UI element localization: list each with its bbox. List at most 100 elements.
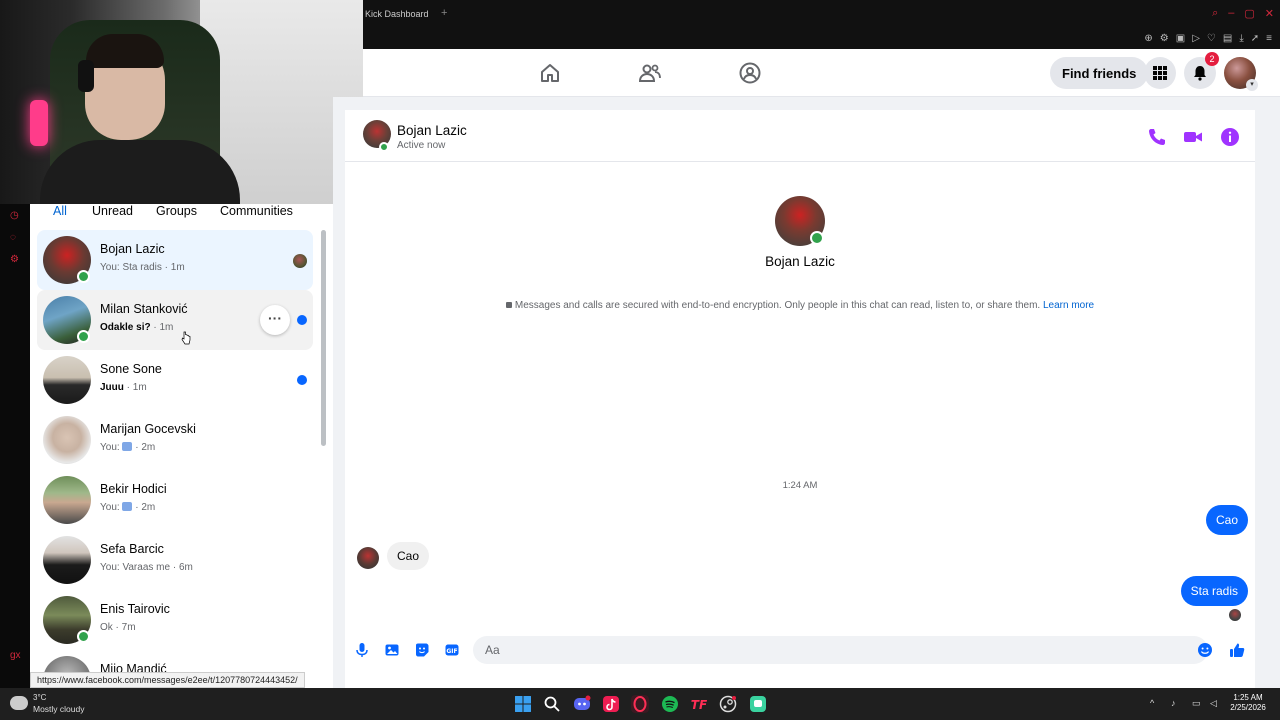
avatar [43, 356, 91, 404]
menu-grid-button[interactable] [1144, 57, 1176, 89]
zoom-icon[interactable]: ⊕ [1144, 32, 1152, 46]
search-icon[interactable] [543, 695, 561, 713]
online-indicator [77, 330, 90, 343]
thumbs-up-icon[interactable] [1229, 642, 1245, 658]
send-icon[interactable]: ➚ [1251, 32, 1259, 46]
online-indicator [77, 270, 90, 283]
chat-preview: You: Sta radis · 1m [100, 262, 185, 273]
info-icon[interactable] [1220, 127, 1240, 147]
emoji-icon[interactable] [1197, 642, 1213, 658]
steam-icon[interactable] [719, 695, 737, 713]
browser-toolbar: ⊕ ⚙ ▣ ▷ ♡ ▤ ⤓ ➚ ≡ [363, 30, 1280, 49]
groups-icon[interactable] [738, 61, 762, 85]
play-icon[interactable]: ▷ [1192, 32, 1200, 46]
gx-icon[interactable]: gx [10, 650, 21, 661]
messenger-icon[interactable]: ◌ [10, 232, 16, 243]
weather-temperature[interactable]: 3°C [33, 693, 46, 702]
grid-icon [1153, 66, 1167, 80]
system-clock[interactable]: 1:25 AM 2/25/2026 [1228, 693, 1268, 713]
home-icon[interactable] [538, 61, 562, 85]
filter-all[interactable]: All [53, 204, 67, 218]
sticker-icon[interactable] [414, 642, 430, 658]
message-bubble-outgoing[interactable]: Sta radis [1180, 576, 1248, 606]
message-bubble-outgoing[interactable]: Cao [1205, 505, 1248, 535]
discord-icon[interactable] [573, 695, 591, 713]
svg-text:TF: TF [691, 698, 708, 712]
gif-icon[interactable]: GIF [444, 642, 460, 658]
chat-app-icon[interactable] [749, 695, 767, 713]
filter-communities[interactable]: Communities [220, 204, 293, 218]
chat-preview: You: · 2m [100, 442, 156, 453]
online-indicator [379, 142, 389, 152]
chat-item-sone-sone[interactable]: Sone Sone Juuu · 1m [37, 350, 313, 410]
window-controls: ⌕ – ▢ ✕ [1212, 7, 1274, 20]
microphone-icon[interactable] [354, 642, 370, 658]
weather-cloud-icon[interactable] [10, 696, 28, 710]
microphone-tray-icon[interactable]: ♪ [1171, 698, 1182, 709]
chat-item-marijan-gocevski[interactable]: Marijan Gocevski You: · 2m [37, 410, 313, 470]
find-friends-button[interactable]: Find friends [1050, 57, 1149, 89]
chat-name: Enis Tairovic [100, 602, 170, 616]
tiktok-live-studio-icon[interactable]: TF [690, 695, 708, 713]
thumbs-up-icon [122, 442, 133, 451]
phone-icon[interactable] [1147, 127, 1167, 147]
screenshot-icon[interactable]: ▣ [1176, 32, 1185, 46]
mouse-cursor-icon [181, 331, 191, 345]
conversation-panel: Bojan Lazic Active now Bojan Lazic Messa… [345, 110, 1255, 688]
tab-kick-dashboard[interactable]: Kick Dashboard [365, 9, 429, 19]
message-composer: GIF [345, 632, 1255, 668]
minimize-icon[interactable]: – [1228, 7, 1234, 20]
image-icon[interactable] [384, 642, 400, 658]
avatar [43, 416, 91, 464]
settings-icon[interactable]: ⚙ [10, 254, 19, 265]
history-icon[interactable]: ◷ [10, 210, 19, 221]
video-call-icon[interactable] [1183, 127, 1203, 147]
volume-icon[interactable]: ◁ [1210, 698, 1221, 709]
chat-item-sefa-barcic[interactable]: Sefa Barcic You: Varaas me · 6m [37, 530, 313, 590]
network-icon[interactable]: ▭ [1192, 698, 1203, 709]
close-icon[interactable]: ✕ [1265, 7, 1274, 20]
chat-list-scrollbar[interactable] [321, 230, 326, 446]
spotify-icon[interactable] [661, 695, 679, 713]
more-options-button[interactable]: ··· [260, 305, 290, 335]
webcam-person-body [40, 140, 240, 204]
filter-groups[interactable]: Groups [156, 204, 197, 218]
clock-time: 1:25 AM [1233, 693, 1263, 702]
online-indicator [77, 630, 90, 643]
unread-indicator [297, 315, 307, 325]
maximize-icon[interactable]: ▢ [1244, 7, 1254, 20]
message-input[interactable] [473, 636, 1208, 664]
webcam-pink-light [30, 100, 48, 146]
friends-icon[interactable] [638, 61, 662, 85]
webcam-person-hair [86, 34, 164, 68]
new-tab-button[interactable]: + [441, 7, 447, 19]
conversation-header: Bojan Lazic Active now [345, 110, 1255, 162]
learn-more-link[interactable]: Learn more [1043, 300, 1094, 311]
chat-preview: Juuu · 1m [100, 382, 147, 393]
chat-item-milan-stankovic[interactable]: Milan Stanković Odakle si? · 1m ··· [37, 290, 313, 350]
chat-list-panel: All Unread Groups Communities Bojan Lazi… [30, 204, 333, 688]
heart-icon[interactable]: ♡ [1207, 32, 1216, 46]
bag-icon[interactable]: ▤ [1223, 32, 1232, 46]
toolbar-icons: ⊕ ⚙ ▣ ▷ ♡ ▤ ⤓ ➚ ≡ [1144, 32, 1272, 46]
filter-unread[interactable]: Unread [92, 204, 133, 218]
search-icon[interactable]: ⌕ [1212, 7, 1218, 20]
conversation-title[interactable]: Bojan Lazic [397, 123, 467, 138]
tiktok-icon[interactable] [602, 695, 620, 713]
weather-description[interactable]: Mostly cloudy [33, 704, 85, 714]
extension-icon[interactable]: ⚙ [1160, 32, 1169, 46]
windows-start-icon[interactable] [514, 695, 532, 713]
facebook-top-nav: Find friends 2 ▾ [363, 49, 1280, 97]
chevron-down-icon[interactable]: ▾ [1246, 79, 1258, 91]
menu-icon[interactable]: ≡ [1266, 32, 1272, 46]
chat-item-bekir-hodici[interactable]: Bekir Hodici You: · 2m [37, 470, 313, 530]
tray-chevron-up-icon[interactable]: ^ [1150, 698, 1161, 709]
chat-item-bojan-lazic[interactable]: Bojan Lazic You: Sta radis · 1m [37, 230, 313, 290]
lock-icon [505, 302, 512, 308]
seen-avatar [293, 254, 307, 268]
opera-gx-icon[interactable] [631, 695, 649, 713]
chat-item-enis-tairovic[interactable]: Enis Tairovic Ok · 7m [37, 590, 313, 650]
message-bubble-incoming[interactable]: Cao [387, 542, 430, 570]
download-icon[interactable]: ⤓ [1239, 32, 1243, 46]
chat-name: Sone Sone [100, 362, 162, 376]
